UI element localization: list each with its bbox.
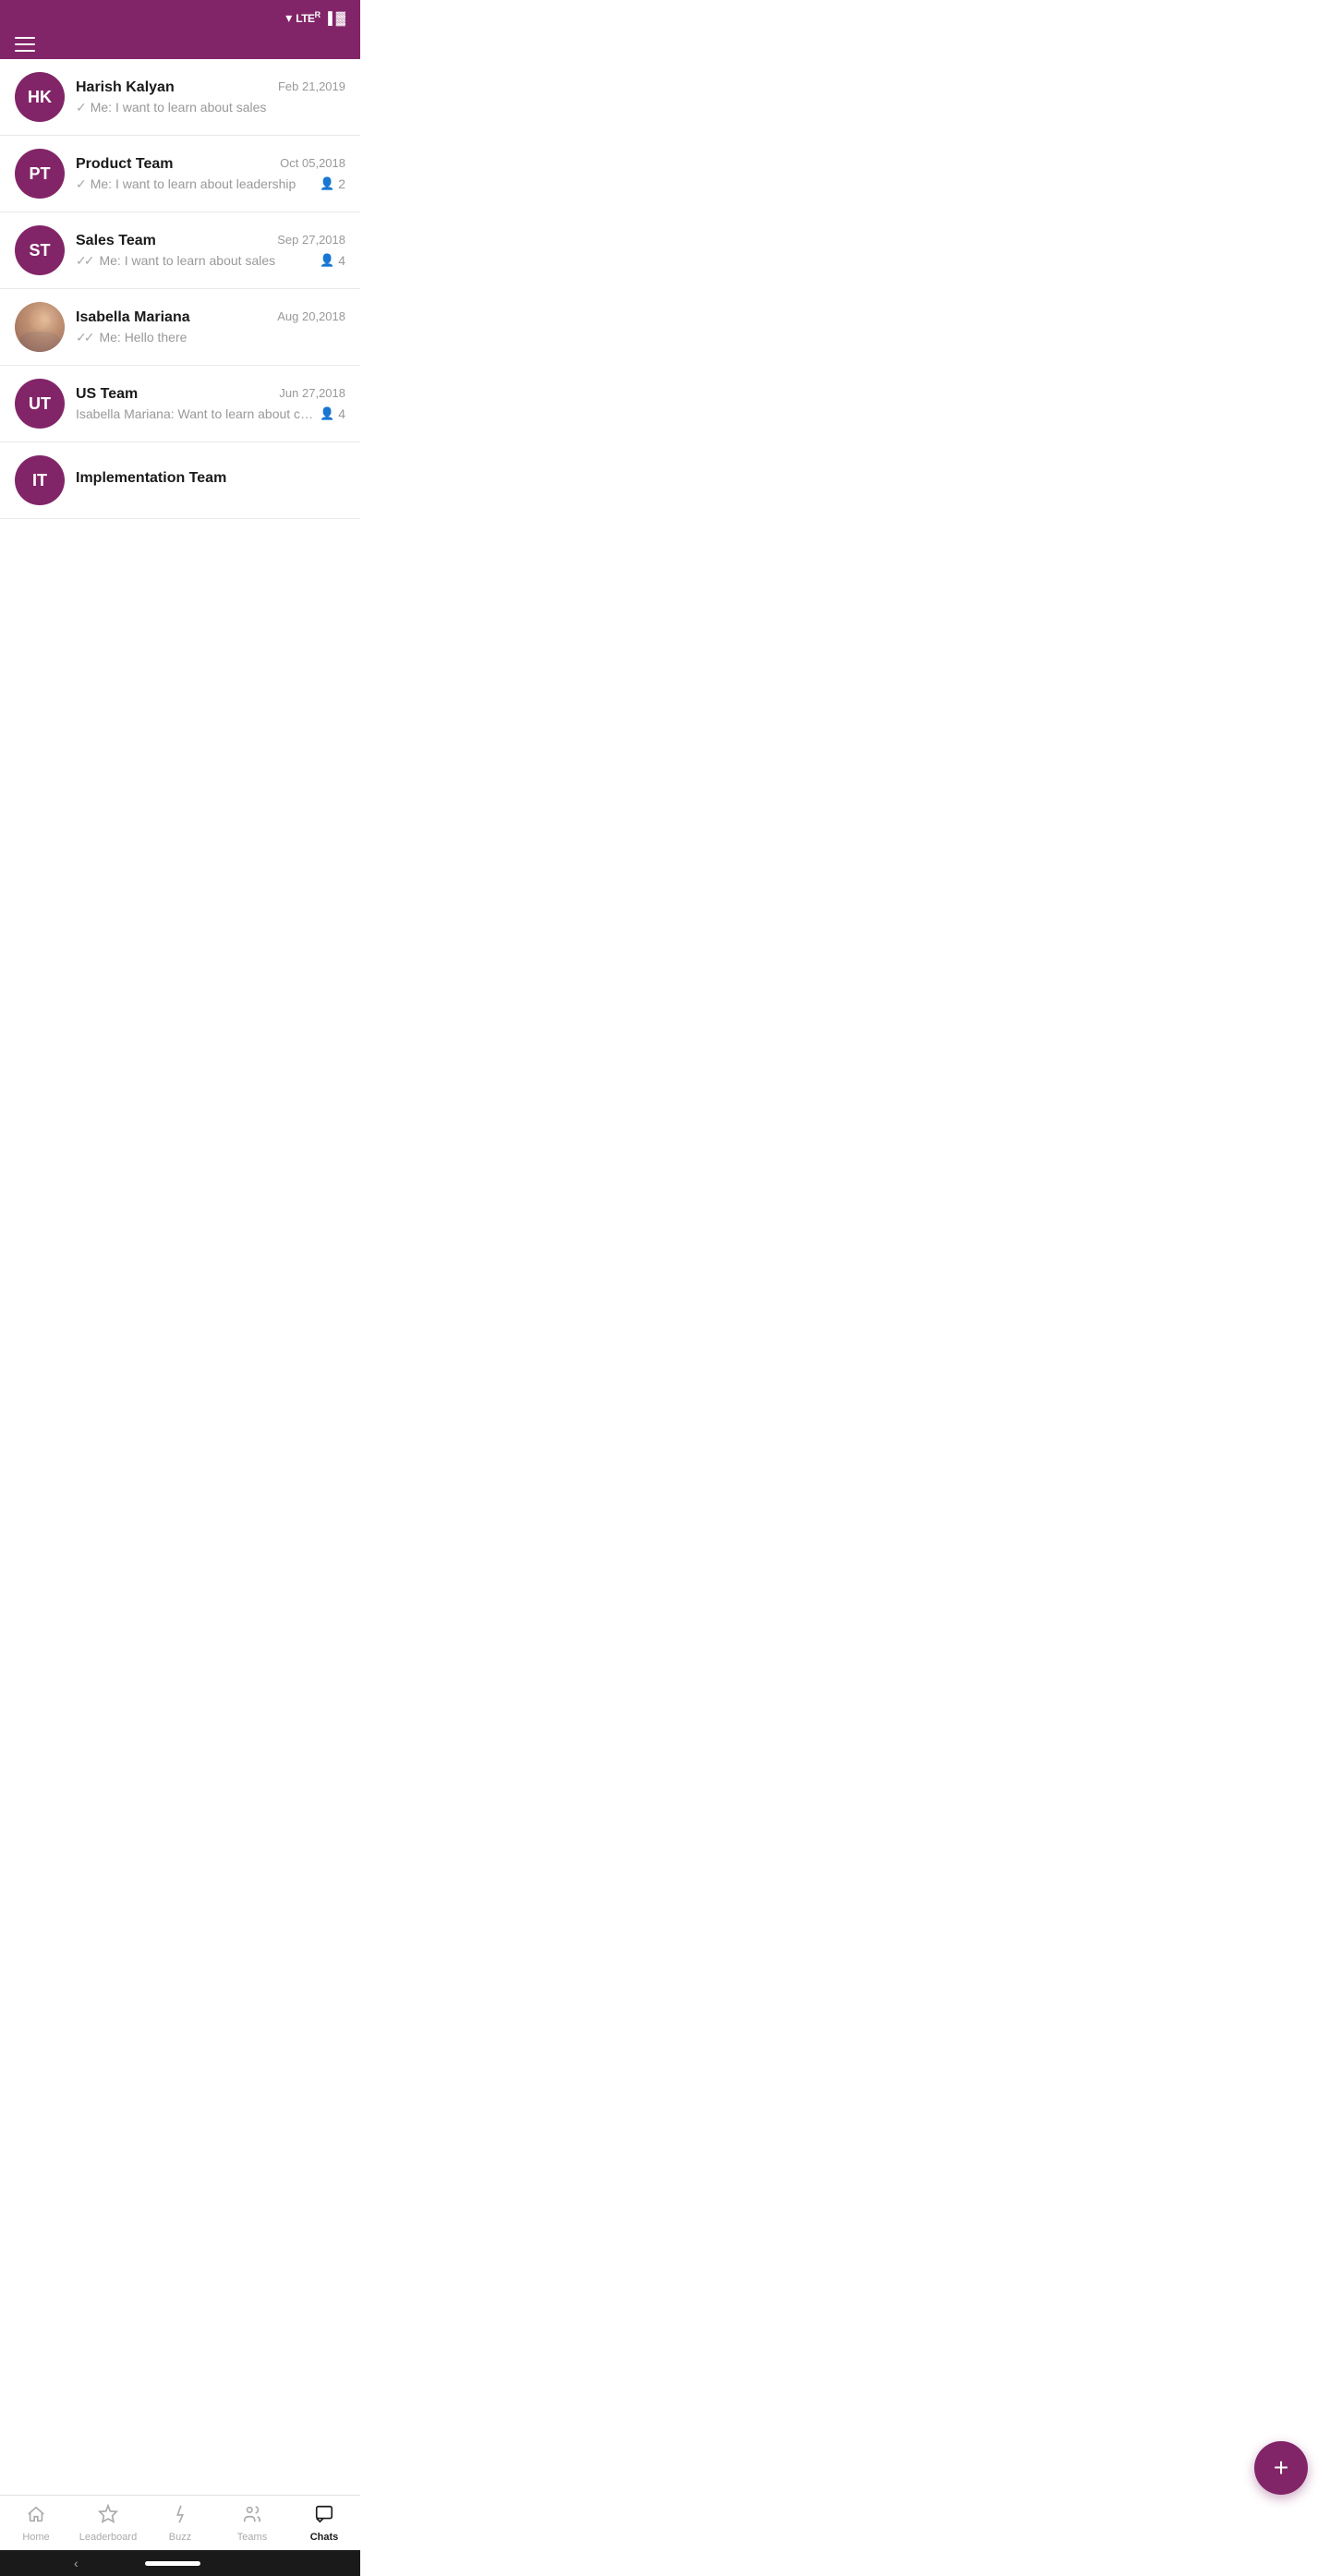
chat-bottom-us-team: Isabella Mariana: Want to learn about co… [76, 406, 345, 421]
chat-top-harish-kalyan: Harish Kalyan Feb 21,2019 [76, 79, 345, 96]
member-count-us-team: 👤4 [320, 406, 345, 421]
teams-nav-label: Teams [237, 2532, 267, 2543]
count-label: 4 [338, 406, 345, 421]
chat-content-us-team: US Team Jun 27,2018 Isabella Mariana: Want… [76, 386, 345, 421]
count-label: 4 [338, 253, 345, 268]
chat-content-harish-kalyan: Harish Kalyan Feb 21,2019 ✓ Me: I want to l… [76, 79, 345, 115]
nav-item-leaderboard[interactable]: Leaderboard [72, 2496, 144, 2550]
chat-bottom-isabella-mariana: ✓✓ Me: Hello there [76, 330, 345, 345]
chat-top-us-team: US Team Jun 27,2018 [76, 386, 345, 403]
member-count-product-team: 👤2 [320, 176, 345, 191]
chat-name-us-team: US Team [76, 386, 138, 403]
plus-icon: + [1274, 2453, 1288, 2483]
status-icons: ▾ LTER ▐ ▓ [285, 10, 345, 26]
chat-name-isabella-mariana: Isabella Mariana [76, 309, 190, 326]
chat-bottom-product-team: ✓Me: I want to learn about leadership👤2 [76, 176, 345, 192]
chat-top-sales-team: Sales Team Sep 27,2018 [76, 233, 345, 249]
count-label: 2 [338, 176, 345, 191]
wifi-icon: ▾ [285, 10, 292, 26]
nav-item-home[interactable]: Home [0, 2496, 72, 2550]
chat-name-sales-team: Sales Team [76, 233, 156, 249]
chat-date-isabella-mariana: Aug 20,2018 [277, 309, 345, 323]
preview-text-us-team: Isabella Mariana: Want to learn about co… [76, 406, 316, 421]
new-chat-button[interactable]: + [1254, 2441, 1308, 2495]
teams-nav-icon [242, 2504, 262, 2528]
buzz-nav-label: Buzz [169, 2532, 191, 2543]
chat-item-sales-team[interactable]: ST Sales Team Sep 27,2018 ✓✓ Me: I want to l… [0, 212, 360, 289]
preview-text-isabella-mariana: Me: Hello there [99, 330, 187, 345]
chat-bottom-sales-team: ✓✓Me: I want to learn about sales👤4 [76, 253, 345, 269]
avatar-harish-kalyan: HK [15, 72, 65, 122]
chats-nav-label: Chats [310, 2532, 339, 2543]
chat-content-sales-team: Sales Team Sep 27,2018 ✓✓ Me: I want to lea… [76, 233, 345, 269]
preview-text-product-team: Me: I want to learn about leadership [91, 176, 296, 191]
chat-bottom-harish-kalyan: ✓ Me: I want to learn about sales [76, 100, 345, 115]
chat-top-product-team: Product Team Oct 05,2018 [76, 156, 345, 173]
chat-name-implementation-team: Implementation Team [76, 470, 226, 487]
avatar-implementation-team: IT [15, 455, 65, 505]
chat-item-us-team[interactable]: UT US Team Jun 27,2018 Isabella Mariana: Wa… [0, 366, 360, 442]
double-check-icon-isabella-mariana: ✓✓ [76, 330, 91, 345]
member-count-sales-team: 👤4 [320, 253, 345, 268]
nav-item-teams[interactable]: Teams [216, 2496, 288, 2550]
home-nav-label: Home [22, 2532, 49, 2543]
chat-item-harish-kalyan[interactable]: HK Harish Kalyan Feb 21,2019 ✓ Me: I want to… [0, 59, 360, 136]
lte-icon: LTER [296, 10, 320, 25]
back-arrow[interactable]: ‹ [74, 2556, 79, 2570]
home-gesture-pill[interactable] [145, 2561, 200, 2566]
chat-content-isabella-mariana: Isabella Mariana Aug 20,2018 ✓✓ Me: Hello t… [76, 309, 345, 345]
people-icon: 👤 [320, 176, 334, 191]
menu-button[interactable] [15, 37, 35, 52]
chats-nav-icon [314, 2504, 334, 2528]
chat-top-isabella-mariana: Isabella Mariana Aug 20,2018 [76, 309, 345, 326]
gesture-bar: ‹ [0, 2550, 360, 2576]
chat-date-product-team: Oct 05,2018 [280, 156, 345, 170]
chat-preview-sales-team: ✓✓ Me: I want to learn about sales [76, 253, 316, 269]
preview-text-harish-kalyan: Me: I want to learn about sales [91, 100, 267, 115]
preview-text-sales-team: Me: I want to learn about sales [99, 253, 275, 268]
chat-content-product-team: Product Team Oct 05,2018 ✓ Me: I want to le… [76, 156, 345, 192]
avatar-isabella-mariana [15, 302, 65, 352]
chat-name-product-team: Product Team [76, 156, 174, 173]
header [0, 33, 360, 59]
check-icon-harish-kalyan: ✓ [76, 100, 87, 115]
people-icon: 👤 [320, 253, 334, 268]
avatar-sales-team: ST [15, 225, 65, 275]
bottom-navigation: Home Leaderboard Buzz Teams Chats [0, 2495, 360, 2550]
battery-icon: ▓ [336, 10, 345, 25]
leaderboard-nav-icon [98, 2504, 118, 2528]
avatar-product-team: PT [15, 149, 65, 199]
chat-item-product-team[interactable]: PT Product Team Oct 05,2018 ✓ Me: I want to … [0, 136, 360, 212]
home-nav-icon [26, 2504, 46, 2528]
check-icon-product-team: ✓ [76, 176, 87, 192]
nav-item-chats[interactable]: Chats [288, 2496, 360, 2550]
chat-date-sales-team: Sep 27,2018 [277, 233, 345, 247]
chat-item-implementation-team[interactable]: IT Implementation Team [0, 442, 360, 519]
nav-item-buzz[interactable]: Buzz [144, 2496, 216, 2550]
chat-preview-product-team: ✓ Me: I want to learn about leadership [76, 176, 316, 192]
chat-top-implementation-team: Implementation Team [76, 470, 345, 487]
signal-icon: ▐ [324, 11, 332, 25]
buzz-nav-icon [170, 2504, 190, 2528]
chat-date-harish-kalyan: Feb 21,2019 [278, 79, 345, 93]
chat-list: HK Harish Kalyan Feb 21,2019 ✓ Me: I want to… [0, 59, 360, 519]
status-bar: ▾ LTER ▐ ▓ [0, 0, 360, 33]
chat-date-us-team: Jun 27,2018 [279, 386, 345, 400]
chat-preview-isabella-mariana: ✓✓ Me: Hello there [76, 330, 345, 345]
chat-content-implementation-team: Implementation Team [76, 470, 345, 490]
chat-preview-harish-kalyan: ✓ Me: I want to learn about sales [76, 100, 345, 115]
chat-preview-us-team: Isabella Mariana: Want to learn about co… [76, 406, 316, 421]
chat-item-isabella-mariana[interactable]: Isabella Mariana Aug 20,2018 ✓✓ Me: Hello t… [0, 289, 360, 366]
people-icon: 👤 [320, 406, 334, 421]
double-check-icon-sales-team: ✓✓ [76, 253, 91, 269]
avatar-us-team: UT [15, 379, 65, 429]
leaderboard-nav-label: Leaderboard [79, 2532, 137, 2543]
chat-name-harish-kalyan: Harish Kalyan [76, 79, 175, 96]
